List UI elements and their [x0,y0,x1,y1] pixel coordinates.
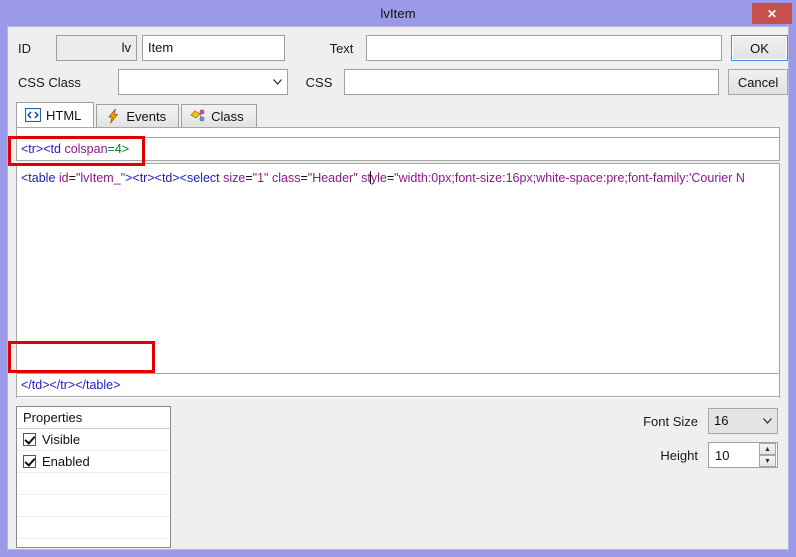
enabled-checkbox[interactable] [23,455,36,468]
property-row-empty[interactable] [17,539,170,547]
tab-strip: HTML Events Class [16,102,788,128]
html-header-value: =4> [107,142,130,156]
right-controls: Font Size 16 Height 10 ▲ ▼ [593,408,778,476]
text-label: Text [329,40,354,56]
property-row-empty[interactable] [17,473,170,495]
property-row-empty[interactable] [17,517,170,539]
height-decrement-icon[interactable]: ▼ [759,455,776,467]
height-label: Height [660,447,698,463]
property-row-visible[interactable]: Visible [17,429,170,451]
id-prefix-field: lv [55,35,137,61]
html-code-editor-line: <table id="lvItem_"><tr><td><select size… [21,171,745,185]
height-row: Height 10 ▲ ▼ [593,442,778,468]
html-footer-line-wrap: </td></tr></table> [8,373,788,397]
diamond-class-icon [190,109,205,122]
close-icon[interactable]: ✕ [752,3,792,24]
lightning-bolt-icon [108,108,119,124]
html-header-tag: <tr><td [21,142,65,156]
height-stepper-buttons: ▲ ▼ [759,443,776,467]
tab-html-label: HTML [46,107,82,123]
css-label: CSS [305,74,333,90]
dialog-client-area: ID lv Item Text OK CSS Class CSS Cancel [7,26,789,550]
font-size-dropdown[interactable]: 16 [708,408,778,434]
visible-checkbox[interactable] [23,433,36,446]
title-bar: lvItem ✕ [0,0,796,26]
chevron-down-icon [272,79,282,85]
chevron-down-icon [763,418,772,424]
id-input[interactable]: Item [141,35,285,61]
tab-class-label: Class [211,108,244,124]
font-size-row: Font Size 16 [593,408,778,434]
visible-label: Visible [42,431,81,447]
bottom-panel: Properties Visible Enabled Font Size 16 … [8,398,788,549]
properties-list[interactable]: Properties Visible Enabled [16,406,171,548]
tab-class[interactable]: Class [181,104,257,128]
html-footer-text: </td></tr></table> [21,378,121,392]
font-size-label: Font Size [643,413,698,429]
height-increment-icon[interactable]: ▲ [759,443,776,455]
window-title: lvItem [380,5,416,21]
text-input[interactable] [365,35,723,61]
height-value[interactable]: 10 [709,448,759,463]
tab-events-label: Events [126,108,167,124]
code-brackets-icon [25,108,41,122]
css-class-label: CSS Class [18,74,81,90]
font-size-value: 16 [714,413,729,428]
editor-top-strip [16,127,780,137]
id-label: ID [18,40,31,56]
cancel-button[interactable]: Cancel [728,69,789,95]
property-row-enabled[interactable]: Enabled [17,451,170,473]
enabled-label: Enabled [42,453,90,469]
css-class-dropdown[interactable] [117,69,288,95]
form-row-cssclass: CSS Class CSS Cancel [8,69,789,95]
ok-button[interactable]: OK [731,35,788,61]
html-header-attr: colspan [64,142,108,156]
form-row-id: ID lv Item Text OK [8,35,788,61]
html-header-line[interactable]: <tr><td colspan=4> [16,137,780,161]
css-input[interactable] [343,69,720,95]
tab-events[interactable]: Events [96,104,180,128]
height-stepper[interactable]: 10 ▲ ▼ [708,442,778,468]
tab-html[interactable]: HTML [16,102,95,128]
dialog-window: lvItem ✕ ID lv Item Text OK CSS Class CS… [0,0,796,557]
properties-header: Properties [17,407,170,429]
html-footer-line[interactable]: </td></tr></table> [16,373,780,397]
property-row-empty[interactable] [17,495,170,517]
